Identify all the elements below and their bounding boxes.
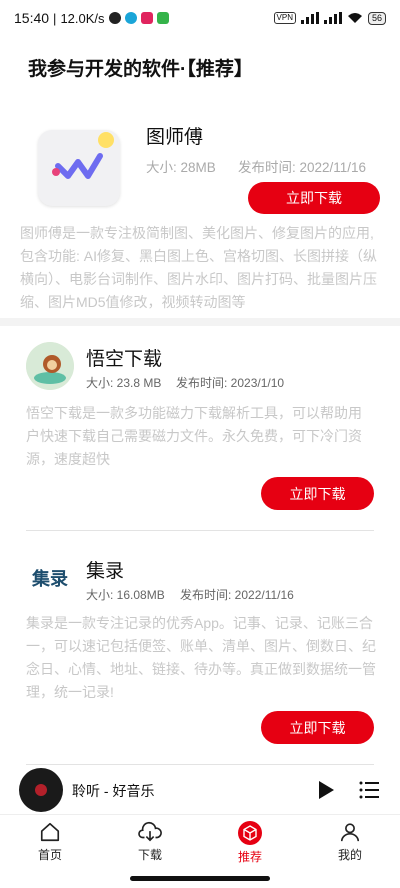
- page-title: 我参与开发的软件·【推荐】: [28, 59, 253, 80]
- nav-download[interactable]: 下载: [100, 815, 200, 873]
- app-size: 大小: 16.08MB: [86, 588, 165, 602]
- vpn-badge: VPN: [273, 12, 296, 24]
- section-separator: [0, 318, 400, 326]
- app-description: 悟空下载是一款多功能磁力下载解析工具，可以帮助用户快速下载自己需要磁力文件。永久…: [26, 405, 362, 467]
- jilu-logo-text: 集录: [32, 569, 68, 590]
- app-date: 发布时间: 2023/1/10: [176, 376, 285, 390]
- battery-indicator: 56: [367, 11, 386, 25]
- signal-icon: [300, 12, 319, 24]
- app-size: 大小: 23.8 MB: [86, 376, 162, 390]
- jilu-logo: 集录: [26, 554, 74, 602]
- nav-home[interactable]: 首页: [0, 815, 100, 873]
- app-name: 集录: [86, 561, 125, 582]
- app-date: 发布时间: 2022/11/16: [180, 588, 294, 602]
- vinyl-center: [35, 784, 47, 796]
- app-size: 大小: 28MB: [146, 160, 216, 175]
- cube-icon: [238, 821, 262, 845]
- nav-profile[interactable]: 我的: [300, 815, 400, 873]
- play-icon[interactable]: [314, 778, 338, 802]
- app-notification-icon: [124, 12, 137, 24]
- bottom-nav: 首页 下载 推荐 我的: [0, 814, 400, 872]
- nav-recommend[interactable]: 推荐: [200, 815, 300, 873]
- app-description: 图师傅是一款专注极简制图、美化图片、修复图片的应用,包含功能: AI修复、黑白图…: [20, 225, 378, 310]
- divider: [26, 530, 374, 531]
- status-bar: 15:40 | 12.0K/s VPN 56: [0, 0, 400, 36]
- app-notification-icon-2: [140, 12, 153, 24]
- wukong-logo: [26, 342, 74, 390]
- app-description: 集录是一款专注记录的优秀App。记事、记录、记账三合一，可以速记包括便签、账单、…: [26, 615, 376, 700]
- download-button[interactable]: 立即下载: [248, 182, 380, 214]
- wifi-icon: [347, 13, 362, 23]
- network-speed: 12.0K/s: [60, 10, 105, 26]
- nav-label: 下载: [137, 848, 162, 862]
- signal-icon-2: [323, 12, 342, 24]
- cloud-download-icon: [138, 822, 162, 842]
- nav-label: 我的: [337, 848, 362, 862]
- playlist-icon[interactable]: [357, 778, 381, 802]
- download-button[interactable]: 立即下载: [261, 477, 374, 510]
- nav-label: 首页: [37, 848, 62, 862]
- download-button[interactable]: 立即下载: [261, 711, 374, 744]
- home-icon: [40, 822, 60, 842]
- nav-label: 推荐: [237, 850, 262, 864]
- user-icon: [340, 823, 360, 842]
- status-time: 15:40: [14, 10, 50, 26]
- album-art[interactable]: [19, 768, 63, 812]
- player-title: 聆听 - 好音乐: [72, 783, 155, 799]
- app-notification-icon-3: [156, 12, 169, 24]
- app-card-tushifu: 图师傅 大小: 28MB 发布时间: 2022/11/16 立即下载 图师傅是一…: [0, 100, 400, 320]
- divider: [26, 764, 374, 765]
- app-name: 图师傅: [146, 127, 204, 148]
- alarm-icon: [108, 12, 121, 24]
- app-name: 悟空下载: [86, 349, 163, 370]
- app-date: 发布时间: 2022/11/16: [238, 160, 367, 175]
- status-divider: |: [53, 10, 57, 26]
- tushifu-logo: [38, 130, 120, 206]
- home-indicator: [130, 876, 270, 881]
